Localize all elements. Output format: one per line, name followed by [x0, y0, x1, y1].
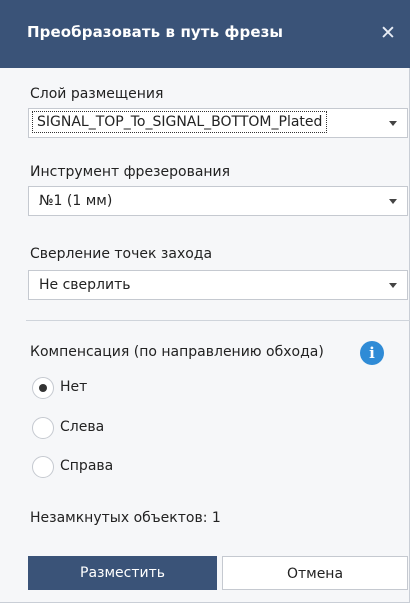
radio-button[interactable] [32, 456, 54, 478]
close-icon[interactable]: ✕ [376, 21, 400, 45]
radio-label: Слева [60, 419, 105, 435]
tool-select-value: №1 (1 мм) [39, 193, 113, 209]
drilling-select-value: Не сверлить [39, 277, 131, 293]
chevron-down-icon [389, 199, 397, 204]
radio-label: Нет [60, 379, 88, 395]
layer-label: Слой размещения [30, 86, 164, 102]
drilling-select[interactable]: Не сверлить [28, 270, 408, 300]
radio-label: Справа [60, 458, 114, 474]
compensation-label: Компенсация (по направлению обхода) [30, 344, 324, 360]
info-icon[interactable]: i [360, 341, 384, 365]
place-button[interactable]: Разместить [28, 556, 217, 590]
layer-select-value: SIGNAL_TOP_To_SIGNAL_BOTTOM_Plated [31, 111, 328, 133]
cancel-button[interactable]: Отмена [222, 556, 408, 590]
unclosed-objects-status: Незамкнутых объектов: 1 [30, 510, 221, 526]
chevron-down-icon [389, 283, 397, 288]
drilling-label: Сверление точек захода [30, 246, 213, 262]
dialog-titlebar: Преобразовать в путь фрезы ✕ [0, 0, 410, 68]
dialog-title: Преобразовать в путь фрезы [27, 23, 284, 41]
convert-to-mill-path-dialog: Преобразовать в путь фрезы ✕ Слой размещ… [0, 0, 410, 603]
tool-select[interactable]: №1 (1 мм) [28, 186, 408, 216]
radio-button[interactable] [32, 417, 54, 439]
chevron-down-icon [389, 121, 397, 126]
section-divider [26, 320, 410, 321]
tool-label: Инструмент фрезерования [30, 164, 231, 180]
radio-button[interactable] [32, 377, 54, 399]
layer-select[interactable]: SIGNAL_TOP_To_SIGNAL_BOTTOM_Plated [28, 108, 408, 138]
